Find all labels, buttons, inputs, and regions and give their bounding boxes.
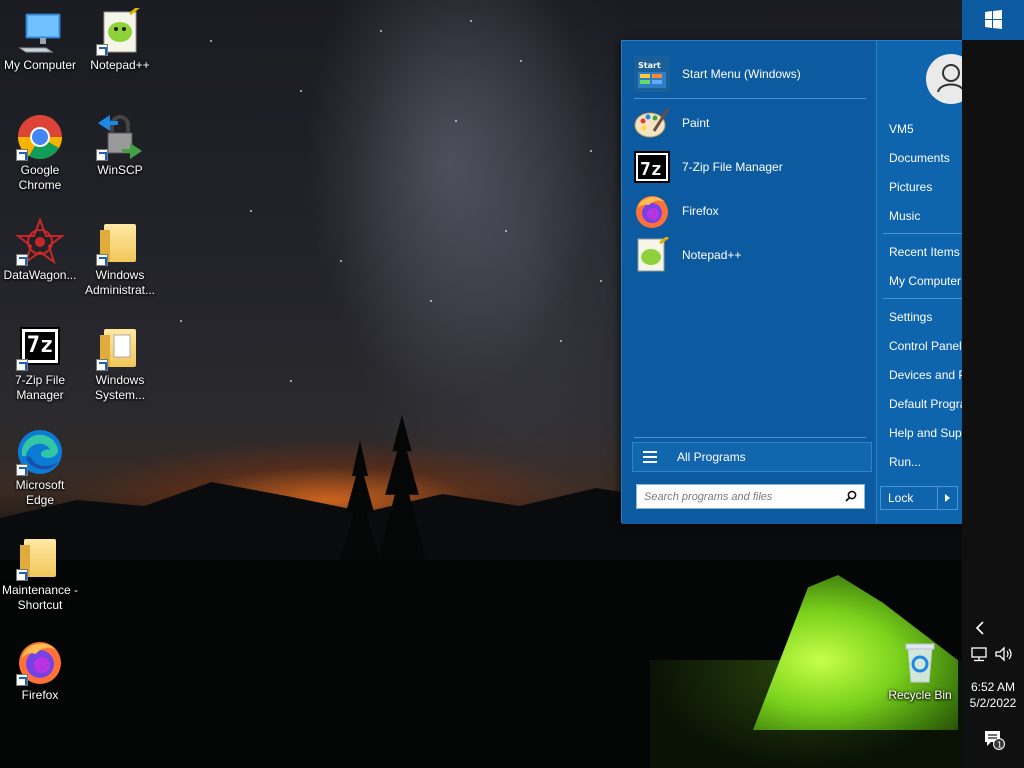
- all-programs-label: All Programs: [677, 450, 746, 464]
- start-icon-text: Start: [638, 61, 661, 70]
- recycle-bin-icon: [896, 638, 944, 686]
- folder-icon: [96, 323, 144, 371]
- desktop-icon-maintenance-shortcut[interactable]: Maintenance - Shortcut: [0, 533, 80, 613]
- desktop-icon-notepadpp[interactable]: Notepad++: [80, 4, 160, 73]
- 7zip-icon-text: 7z: [640, 159, 662, 180]
- link-label: Documents: [889, 151, 950, 165]
- icon-label: Google Chrome: [18, 163, 62, 192]
- shortcut-arrow-icon: [16, 149, 28, 161]
- link-label: Settings: [889, 310, 933, 324]
- shortcut-arrow-icon: [96, 359, 108, 371]
- icon-label: WinSCP: [97, 163, 143, 177]
- pinned-app-firefox[interactable]: Firefox: [634, 191, 866, 231]
- shortcut-arrow-icon: [16, 569, 28, 581]
- start-button[interactable]: [962, 0, 1024, 40]
- notepadpp-icon: [634, 235, 670, 273]
- shortcut-arrow-icon: [16, 254, 28, 266]
- icon-label: 7-Zip File Manager: [14, 373, 65, 402]
- firefox-icon: [16, 638, 64, 686]
- app-label: Firefox: [682, 204, 719, 218]
- edge-icon: [16, 428, 64, 476]
- icon-label: DataWagon...: [3, 268, 77, 282]
- list-icon: [643, 448, 657, 466]
- icon-label: Windows System...: [94, 373, 145, 402]
- desktop-icon-7zip[interactable]: 7z 7-Zip File Manager: [0, 323, 80, 403]
- system-clock[interactable]: 6:52 AM 5/2/2022: [962, 679, 1024, 711]
- network-icon[interactable]: [970, 646, 988, 662]
- all-programs-button[interactable]: All Programs: [632, 442, 872, 472]
- firefox-icon: [634, 193, 670, 229]
- link-label: My Computer: [889, 274, 962, 288]
- notepadpp-icon: [96, 4, 144, 56]
- icon-label: Firefox: [21, 688, 59, 702]
- icon-label: My Computer: [3, 58, 77, 72]
- folder-icon: [96, 218, 144, 266]
- start-menu-programs-pane: Start Start Menu (Windows) Paint 7z 7-Zi…: [622, 41, 876, 524]
- desktop-icon-windows-system[interactable]: Windows System...: [80, 323, 160, 403]
- notification-count: 1: [997, 741, 1002, 750]
- icon-label: Windows Administrat...: [84, 268, 156, 297]
- desktop-icon-microsoft-edge[interactable]: Microsoft Edge: [0, 428, 80, 508]
- show-hidden-icons-chevron-icon[interactable]: [972, 620, 988, 636]
- app-label: 7-Zip File Manager: [682, 160, 783, 174]
- windows-logo-icon: [985, 10, 1002, 29]
- search-input[interactable]: [644, 486, 844, 507]
- folder-icon: [16, 533, 64, 581]
- winscp-icon: [96, 113, 144, 161]
- link-label: Recent Items: [889, 245, 960, 259]
- desktop-icon-recycle-bin[interactable]: Recycle Bin: [880, 638, 960, 703]
- link-label: Music: [889, 209, 921, 223]
- pinned-app-7zip[interactable]: 7z 7-Zip File Manager: [634, 147, 866, 187]
- start-menu-icon: Start: [634, 56, 670, 92]
- computer-icon: [16, 8, 64, 56]
- desktop-icon-winscp[interactable]: WinSCP: [80, 113, 160, 178]
- pinned-app-paint[interactable]: Paint: [634, 103, 866, 143]
- desktop-icon-my-computer[interactable]: My Computer: [0, 8, 80, 73]
- shortcut-arrow-icon: [16, 464, 28, 476]
- app-label: Notepad++: [682, 248, 742, 262]
- link-label: Run...: [889, 455, 922, 469]
- lock-button[interactable]: Lock: [881, 487, 937, 509]
- app-label: Paint: [682, 116, 710, 130]
- pinned-app-notepadpp[interactable]: Notepad++: [634, 235, 866, 275]
- shortcut-arrow-icon: [96, 254, 108, 266]
- power-button-group: Lock: [880, 486, 958, 510]
- icon-label: Recycle Bin: [888, 688, 952, 702]
- 7zip-icon: 7z: [634, 149, 670, 185]
- icon-label: Microsoft Edge: [15, 478, 65, 507]
- desktop-icon-google-chrome[interactable]: Google Chrome: [0, 113, 80, 193]
- link-label: Control Panel: [889, 339, 962, 353]
- search-box: [636, 484, 865, 509]
- link-label: Pictures: [889, 180, 933, 194]
- power-options-arrow-button[interactable]: [937, 487, 957, 509]
- desktop-icon-firefox[interactable]: Firefox: [0, 638, 80, 703]
- clock-time: 6:52 AM: [970, 680, 1016, 694]
- 7zip-icon: 7z: [16, 323, 64, 371]
- search-icon[interactable]: [845, 490, 857, 502]
- datawagon-icon: [15, 217, 65, 266]
- taskbar: 6:52 AM 5/2/2022 1: [962, 0, 1024, 768]
- volume-icon[interactable]: [994, 646, 1014, 662]
- divider: [634, 437, 866, 438]
- pinned-app-start-menu-windows[interactable]: Start Start Menu (Windows): [634, 54, 866, 94]
- shortcut-arrow-icon: [96, 44, 108, 56]
- icon-label: Notepad++: [90, 58, 150, 72]
- chrome-icon: [16, 113, 64, 161]
- icon-label: Maintenance - Shortcut: [1, 583, 79, 612]
- shortcut-arrow-icon: [16, 359, 28, 371]
- desktop-icon-windows-administrative[interactable]: Windows Administrat...: [80, 218, 160, 298]
- shortcut-arrow-icon: [96, 149, 108, 161]
- clock-date: 5/2/2022: [969, 696, 1017, 710]
- app-label: Start Menu (Windows): [682, 67, 801, 81]
- link-label: VM5: [889, 122, 914, 136]
- paint-icon: [634, 105, 670, 141]
- action-center-icon[interactable]: 1: [983, 728, 1005, 750]
- shortcut-arrow-icon: [16, 674, 28, 686]
- divider: [634, 98, 866, 99]
- desktop-icon-datawagon[interactable]: DataWagon...: [0, 217, 80, 283]
